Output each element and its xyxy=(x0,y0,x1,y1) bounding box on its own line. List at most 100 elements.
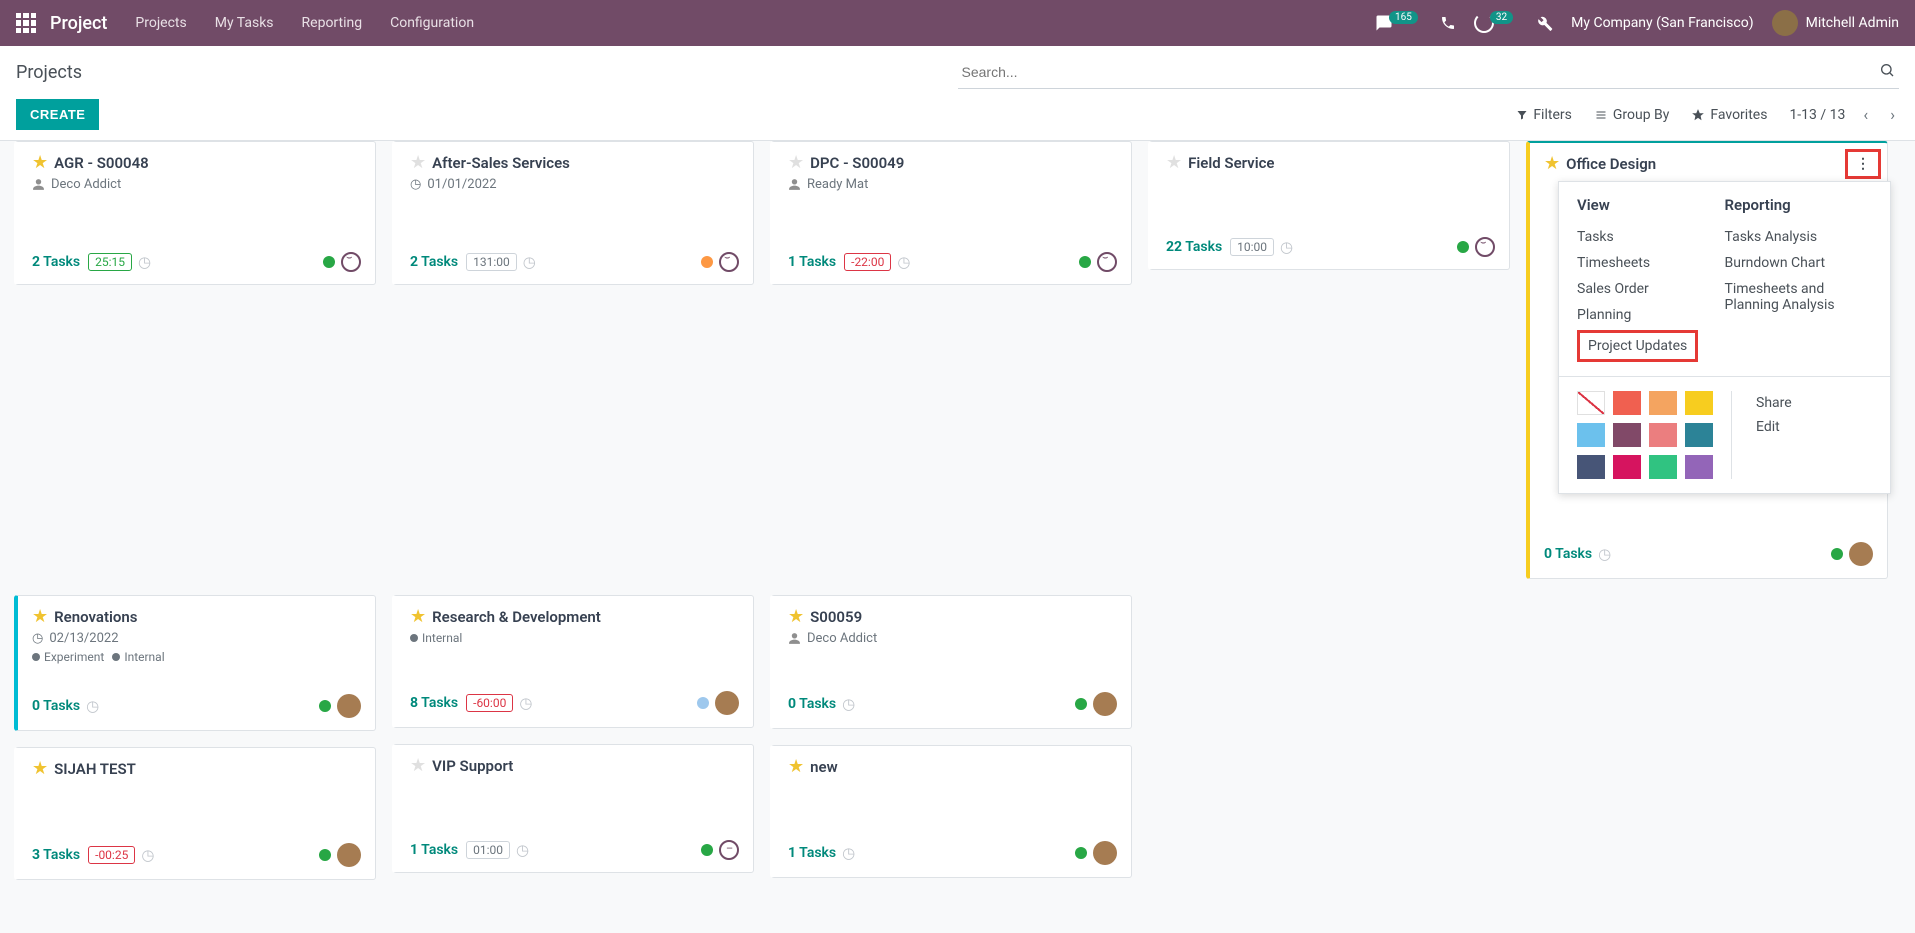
dd-planning[interactable]: Planning xyxy=(1577,302,1725,328)
avatar-icon[interactable] xyxy=(715,691,739,715)
star-icon[interactable]: ★ xyxy=(1544,153,1560,174)
status-dot[interactable] xyxy=(323,256,335,268)
groupby-button[interactable]: Group By xyxy=(1594,107,1670,123)
swatch[interactable] xyxy=(1613,391,1641,415)
tasks-link[interactable]: 1 Tasks xyxy=(410,842,458,858)
swatch[interactable] xyxy=(1577,423,1605,447)
swatch[interactable] xyxy=(1649,455,1677,479)
swatch[interactable] xyxy=(1613,423,1641,447)
card-title: After-Sales Services xyxy=(432,154,570,172)
face-icon[interactable] xyxy=(1097,252,1117,272)
status-dot[interactable] xyxy=(701,256,713,268)
status-dot[interactable] xyxy=(701,844,713,856)
nav-configuration[interactable]: Configuration xyxy=(390,15,474,31)
status-dot[interactable] xyxy=(1831,548,1843,560)
wrench-icon[interactable] xyxy=(1535,14,1553,32)
project-card[interactable]: ★AGR - S00048 Deco Addict 2 Tasks 25:15 … xyxy=(14,141,376,285)
dd-share[interactable]: Share xyxy=(1756,391,1792,415)
app-brand[interactable]: Project xyxy=(50,13,107,34)
search-icon[interactable] xyxy=(1879,62,1895,78)
dd-burndown[interactable]: Burndown Chart xyxy=(1725,250,1873,276)
tasks-link[interactable]: 3 Tasks xyxy=(32,847,80,863)
card-title: Research & Development xyxy=(432,608,601,626)
swatch[interactable] xyxy=(1613,455,1641,479)
status-dot[interactable] xyxy=(319,849,331,861)
company-selector[interactable]: My Company (San Francisco) xyxy=(1571,15,1753,31)
favorites-button[interactable]: Favorites xyxy=(1691,107,1767,123)
tasks-link[interactable]: 2 Tasks xyxy=(410,254,458,270)
star-icon[interactable]: ★ xyxy=(1166,152,1182,173)
pager-next[interactable]: › xyxy=(1886,105,1899,124)
swatch[interactable] xyxy=(1685,455,1713,479)
project-card[interactable]: ★DPC - S00049 Ready Mat 1 Tasks -22:00 ◷ xyxy=(770,141,1132,285)
dd-sales-order[interactable]: Sales Order xyxy=(1577,276,1725,302)
dd-edit[interactable]: Edit xyxy=(1756,415,1792,439)
face-icon[interactable] xyxy=(719,252,739,272)
face-icon[interactable] xyxy=(1475,237,1495,257)
pager-prev[interactable]: ‹ xyxy=(1859,105,1872,124)
project-card[interactable]: ★Field Service 22 Tasks 10:00 ◷ xyxy=(1148,141,1510,270)
avatar-icon[interactable] xyxy=(337,694,361,718)
project-card[interactable]: ★SIJAH TEST 3 Tasks -00:25 ◷ xyxy=(14,747,376,880)
swatch[interactable] xyxy=(1649,423,1677,447)
status-dot[interactable] xyxy=(319,700,331,712)
search-input[interactable] xyxy=(958,56,1900,89)
project-card-office-design[interactable]: ★Office Design ⋮ View Tasks Timesheets S… xyxy=(1526,141,1888,579)
swatch-none[interactable] xyxy=(1577,391,1605,415)
filters-button[interactable]: Filters xyxy=(1516,107,1572,123)
star-icon[interactable]: ★ xyxy=(788,152,804,173)
tasks-link[interactable]: 2 Tasks xyxy=(32,254,80,270)
avatar-icon[interactable] xyxy=(1093,841,1117,865)
dd-timesheets-planning[interactable]: Timesheets and Planning Analysis xyxy=(1725,276,1873,318)
star-icon[interactable]: ★ xyxy=(788,756,804,777)
star-icon[interactable]: ★ xyxy=(32,606,48,627)
swatch[interactable] xyxy=(1685,423,1713,447)
phone-icon[interactable] xyxy=(1440,15,1456,31)
status-dot[interactable] xyxy=(697,697,709,709)
tasks-link[interactable]: 0 Tasks xyxy=(788,696,836,712)
dd-project-updates[interactable]: Project Updates xyxy=(1577,330,1698,362)
tasks-link[interactable]: 0 Tasks xyxy=(32,698,80,714)
dd-timesheets[interactable]: Timesheets xyxy=(1577,250,1725,276)
nav-projects[interactable]: Projects xyxy=(135,15,186,31)
star-icon[interactable]: ★ xyxy=(410,152,426,173)
tasks-link[interactable]: 22 Tasks xyxy=(1166,239,1222,255)
status-dot[interactable] xyxy=(1079,256,1091,268)
star-icon[interactable]: ★ xyxy=(788,606,804,627)
apps-icon[interactable] xyxy=(16,13,36,33)
swatch[interactable] xyxy=(1649,391,1677,415)
project-card[interactable]: ★VIP Support 1 Tasks 01:00 ◷ xyxy=(392,744,754,873)
project-card[interactable]: ★S00059 Deco Addict 0 Tasks ◷ xyxy=(770,595,1132,729)
swatch[interactable] xyxy=(1685,391,1713,415)
star-icon[interactable]: ★ xyxy=(32,758,48,779)
dd-tasks[interactable]: Tasks xyxy=(1577,224,1725,250)
tasks-link[interactable]: 1 Tasks xyxy=(788,254,836,270)
tasks-link[interactable]: 0 Tasks xyxy=(1544,546,1592,562)
star-icon[interactable]: ★ xyxy=(410,755,426,776)
tasks-link[interactable]: 1 Tasks xyxy=(788,845,836,861)
project-card[interactable]: ★Research & Development Internal 8 Tasks… xyxy=(392,595,754,728)
status-dot[interactable] xyxy=(1075,698,1087,710)
avatar-icon[interactable] xyxy=(1849,542,1873,566)
create-button[interactable]: CREATE xyxy=(16,99,99,130)
star-icon[interactable]: ★ xyxy=(32,152,48,173)
activities-button[interactable]: 32 xyxy=(1474,13,1517,33)
nav-reporting[interactable]: Reporting xyxy=(302,15,363,31)
dd-tasks-analysis[interactable]: Tasks Analysis xyxy=(1725,224,1873,250)
card-menu-button[interactable]: ⋮ xyxy=(1845,149,1881,179)
messages-button[interactable]: 165 xyxy=(1375,14,1422,32)
avatar-icon[interactable] xyxy=(1093,692,1117,716)
face-icon[interactable] xyxy=(719,840,739,860)
nav-my-tasks[interactable]: My Tasks xyxy=(215,15,274,31)
project-card[interactable]: ★After-Sales Services ◷01/01/2022 2 Task… xyxy=(392,141,754,285)
project-card[interactable]: ★Renovations ◷02/13/2022 ExperimentInter… xyxy=(14,595,376,731)
status-dot[interactable] xyxy=(1075,847,1087,859)
star-icon[interactable]: ★ xyxy=(410,606,426,627)
user-menu[interactable]: Mitchell Admin xyxy=(1772,10,1899,36)
project-card[interactable]: ★new 1 Tasks ◷ xyxy=(770,745,1132,878)
swatch[interactable] xyxy=(1577,455,1605,479)
face-icon[interactable] xyxy=(341,252,361,272)
avatar-icon[interactable] xyxy=(337,843,361,867)
status-dot[interactable] xyxy=(1457,241,1469,253)
tasks-link[interactable]: 8 Tasks xyxy=(410,695,458,711)
